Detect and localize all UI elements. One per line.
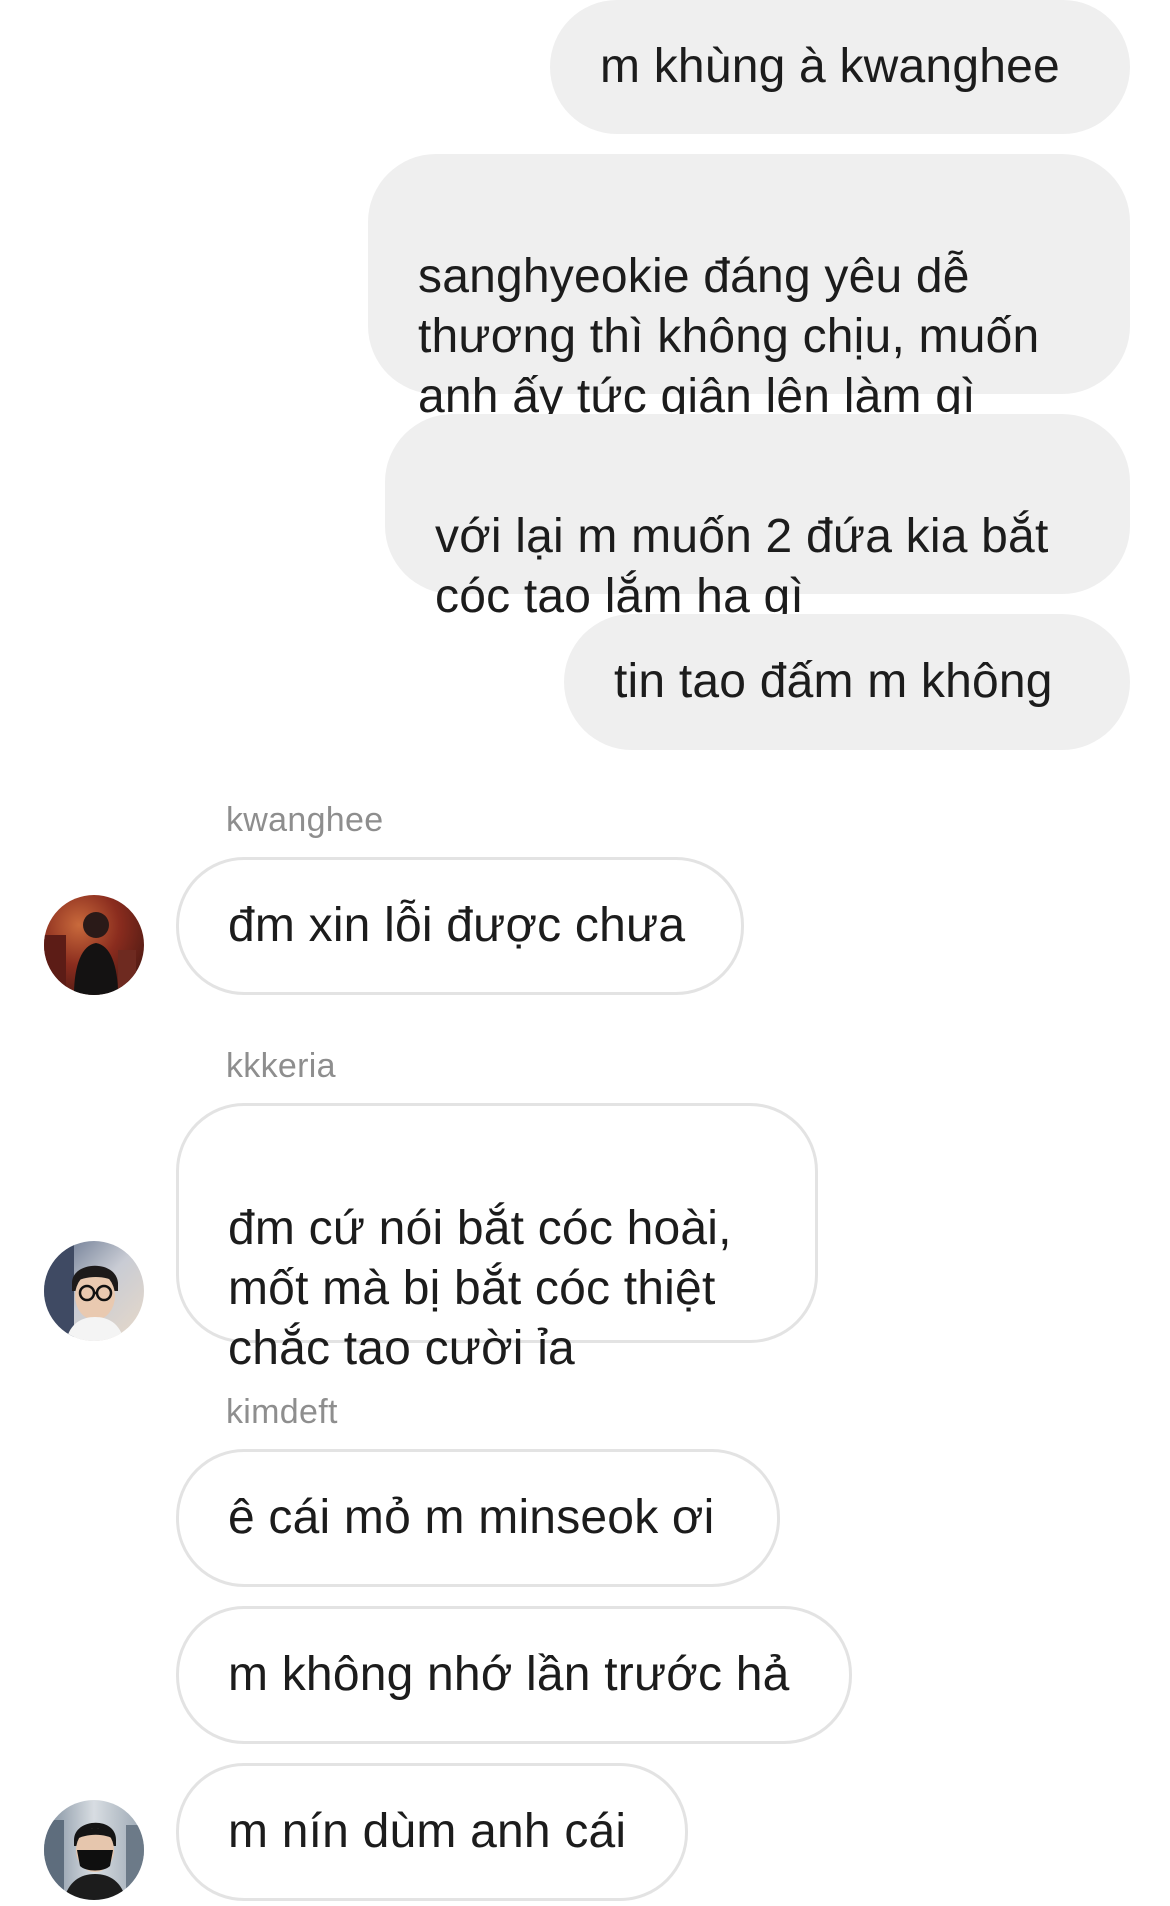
- message-text: m nín dùm anh cái: [228, 1805, 627, 1858]
- chat-thread: m khùng à kwanghee sanghyeokie đáng yêu …: [0, 0, 1170, 1906]
- avatar-photo: [44, 1800, 144, 1900]
- avatar-photo: [44, 1241, 144, 1341]
- message-text: m khùng à kwanghee: [600, 40, 1060, 93]
- message-text: ê cái mỏ m minseok ơi: [228, 1491, 715, 1544]
- message-text: đm cứ nói bắt cóc hoài, mốt mà bị bắt có…: [228, 1202, 732, 1375]
- incoming-message[interactable]: đm cứ nói bắt cóc hoài, mốt mà bị bắt có…: [176, 1103, 818, 1375]
- incoming-message[interactable]: ê cái mỏ m minseok ơi: [176, 1449, 780, 1587]
- outgoing-message[interactable]: m khùng à kwanghee: [550, 0, 1130, 134]
- avatar-photo: [44, 895, 144, 995]
- message-text: với lại m muốn 2 đứa kia bắt cóc tao lắm…: [435, 510, 1049, 623]
- incoming-message[interactable]: m nín dùm anh cái: [176, 1763, 688, 1901]
- message-text: tin tao đấm m không: [614, 655, 1053, 708]
- message-text: sanghyeokie đáng yêu dễ thương thì không…: [418, 250, 1040, 423]
- avatar-kimdeft-icon[interactable]: [44, 1800, 144, 1900]
- sender-name: kwanghee: [226, 801, 384, 839]
- incoming-message[interactable]: m không nhớ lần trước hả: [176, 1606, 852, 1744]
- sender-name: kimdeft: [226, 1393, 338, 1431]
- outgoing-message[interactable]: tin tao đấm m không: [564, 614, 1130, 750]
- sender-name: kkkeria: [226, 1047, 336, 1085]
- avatar-kwanghee-icon[interactable]: [44, 895, 144, 995]
- incoming-message[interactable]: đm xin lỗi được chưa: [176, 857, 744, 995]
- outgoing-message[interactable]: sanghyeokie đáng yêu dễ thương thì không…: [368, 154, 1130, 423]
- avatar-kkkeria-icon[interactable]: [44, 1241, 144, 1341]
- message-text: đm xin lỗi được chưa: [228, 899, 686, 952]
- message-text: m không nhớ lần trước hả: [228, 1648, 790, 1701]
- outgoing-message[interactable]: với lại m muốn 2 đứa kia bắt cóc tao lắm…: [385, 414, 1130, 623]
